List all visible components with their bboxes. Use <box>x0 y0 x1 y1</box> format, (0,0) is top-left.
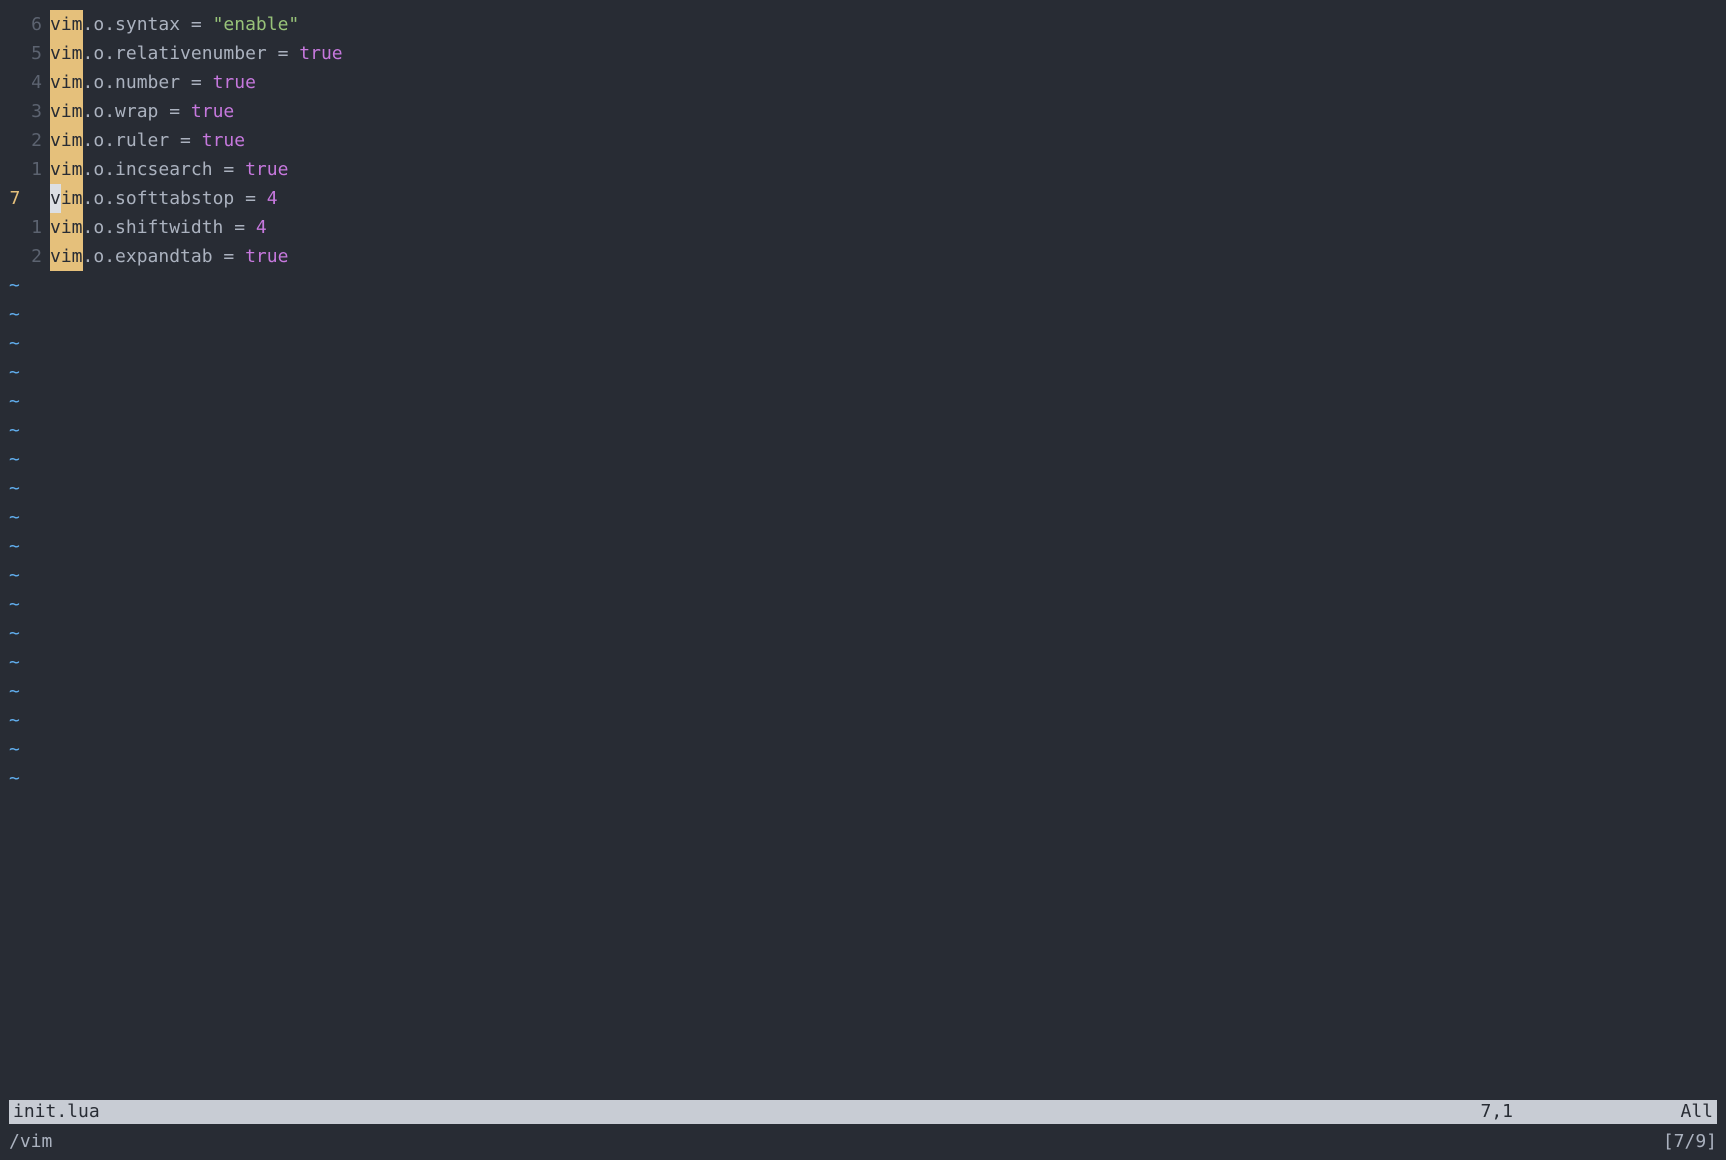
value-token: 4 <box>267 184 278 213</box>
operator-token: = <box>267 39 300 68</box>
field-token: .o.relativenumber <box>83 39 267 68</box>
field-token: .o.softtabstop <box>83 184 235 213</box>
search-highlight: vim <box>50 39 83 68</box>
operator-token: = <box>180 10 213 39</box>
search-count: [7/9] <box>1663 1127 1717 1156</box>
empty-line-tilde: ~ <box>0 271 1726 300</box>
code-content[interactable]: vim.o.syntax = "enable" <box>50 10 299 39</box>
status-line: init.lua 7,1 All <box>9 1100 1717 1124</box>
command-line[interactable]: /vim [7/9] <box>9 1130 1717 1154</box>
empty-line-tilde: ~ <box>0 503 1726 532</box>
code-line[interactable]: 1vim.o.incsearch = true <box>0 155 1726 184</box>
empty-line-tilde: ~ <box>0 329 1726 358</box>
code-line[interactable]: 6vim.o.syntax = "enable" <box>0 10 1726 39</box>
editor-area[interactable]: 6vim.o.syntax = "enable"5vim.o.relativen… <box>0 0 1726 793</box>
search-highlight: vim <box>50 213 83 242</box>
search-highlight: im <box>61 184 83 213</box>
line-number: 1 <box>0 155 50 184</box>
line-number: 2 <box>0 242 50 271</box>
empty-line-tilde: ~ <box>0 706 1726 735</box>
value-token: true <box>202 126 245 155</box>
empty-line-tilde: ~ <box>0 764 1726 793</box>
status-filename: init.lua <box>13 1097 1480 1126</box>
line-number: 5 <box>0 39 50 68</box>
line-number: 7 <box>0 184 50 213</box>
line-number: 2 <box>0 126 50 155</box>
code-line[interactable]: 4vim.o.number = true <box>0 68 1726 97</box>
empty-line-tilde: ~ <box>0 677 1726 706</box>
empty-line-tilde: ~ <box>0 648 1726 677</box>
code-content[interactable]: vim.o.shiftwidth = 4 <box>50 213 267 242</box>
search-query: /vim <box>9 1127 1663 1156</box>
operator-token: = <box>169 126 202 155</box>
line-number: 4 <box>0 68 50 97</box>
search-highlight: vim <box>50 68 83 97</box>
empty-line-tilde: ~ <box>0 735 1726 764</box>
empty-line-tilde: ~ <box>0 561 1726 590</box>
search-highlight: vim <box>50 242 83 271</box>
operator-token: = <box>213 155 246 184</box>
empty-line-tilde: ~ <box>0 416 1726 445</box>
code-content[interactable]: vim.o.softtabstop = 4 <box>50 184 278 213</box>
field-token: .o.incsearch <box>83 155 213 184</box>
empty-line-tilde: ~ <box>0 532 1726 561</box>
code-content[interactable]: vim.o.ruler = true <box>50 126 245 155</box>
code-line[interactable]: 3vim.o.wrap = true <box>0 97 1726 126</box>
status-scroll: All <box>1680 1097 1713 1126</box>
field-token: .o.expandtab <box>83 242 213 271</box>
code-line[interactable]: 7 vim.o.softtabstop = 4 <box>0 184 1726 213</box>
operator-token: = <box>180 68 213 97</box>
code-content[interactable]: vim.o.relativenumber = true <box>50 39 343 68</box>
line-number: 1 <box>0 213 50 242</box>
empty-line-tilde: ~ <box>0 445 1726 474</box>
value-token: 4 <box>256 213 267 242</box>
empty-line-tilde: ~ <box>0 590 1726 619</box>
code-content[interactable]: vim.o.wrap = true <box>50 97 234 126</box>
search-highlight: vim <box>50 97 83 126</box>
operator-token: = <box>223 213 256 242</box>
empty-line-tilde: ~ <box>0 358 1726 387</box>
code-line[interactable]: 1vim.o.shiftwidth = 4 <box>0 213 1726 242</box>
field-token: .o.number <box>83 68 181 97</box>
operator-token: = <box>234 184 267 213</box>
line-number: 6 <box>0 10 50 39</box>
code-line[interactable]: 2vim.o.expandtab = true <box>0 242 1726 271</box>
value-token: "enable" <box>213 10 300 39</box>
field-token: .o.shiftwidth <box>83 213 224 242</box>
value-token: true <box>245 155 288 184</box>
field-token: .o.ruler <box>83 126 170 155</box>
code-content[interactable]: vim.o.expandtab = true <box>50 242 288 271</box>
empty-line-tilde: ~ <box>0 300 1726 329</box>
empty-line-tilde: ~ <box>0 474 1726 503</box>
code-line[interactable]: 2vim.o.ruler = true <box>0 126 1726 155</box>
operator-token: = <box>158 97 191 126</box>
code-content[interactable]: vim.o.number = true <box>50 68 256 97</box>
status-ruler: 7,1 <box>1480 1097 1680 1126</box>
search-highlight: vim <box>50 155 83 184</box>
value-token: true <box>191 97 234 126</box>
search-highlight: vim <box>50 126 83 155</box>
cursor: v <box>50 184 61 213</box>
code-content[interactable]: vim.o.incsearch = true <box>50 155 288 184</box>
line-number: 3 <box>0 97 50 126</box>
search-highlight: vim <box>50 10 83 39</box>
value-token: true <box>213 68 256 97</box>
code-line[interactable]: 5vim.o.relativenumber = true <box>0 39 1726 68</box>
empty-line-tilde: ~ <box>0 387 1726 416</box>
value-token: true <box>245 242 288 271</box>
field-token: .o.wrap <box>83 97 159 126</box>
field-token: .o.syntax <box>83 10 181 39</box>
empty-line-tilde: ~ <box>0 619 1726 648</box>
operator-token: = <box>213 242 246 271</box>
value-token: true <box>299 39 342 68</box>
